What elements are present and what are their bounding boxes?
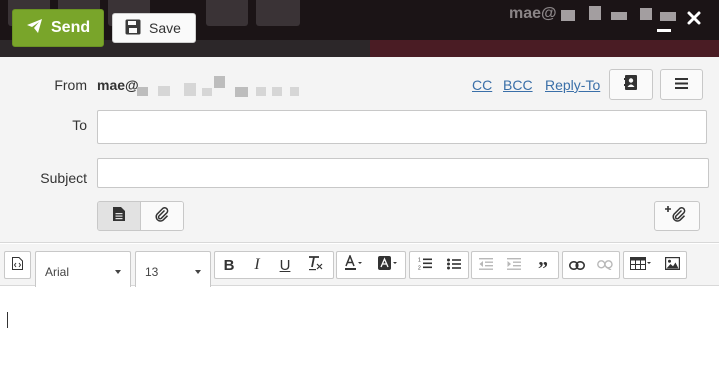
italic-button[interactable]: I <box>243 252 271 278</box>
save-button[interactable]: Save <box>112 13 196 43</box>
redaction-block <box>290 87 299 96</box>
bcc-link[interactable]: BCC <box>503 77 533 93</box>
subject-input[interactable] <box>97 158 709 188</box>
indent-icon <box>507 257 521 274</box>
ordered-list-icon: 12 <box>418 257 432 274</box>
background-window: mae@ <box>0 0 719 57</box>
background-color-button[interactable] <box>371 252 405 278</box>
background-account-email: mae@ <box>509 5 557 22</box>
image-icon <box>664 256 680 274</box>
compose-header: From mae@ CC BCC Reply-To To Subject <box>0 57 719 243</box>
redaction-block <box>235 87 248 97</box>
plain-text-toggle[interactable] <box>98 202 141 230</box>
indent-button[interactable] <box>500 252 528 278</box>
add-attachment-icon <box>665 205 689 228</box>
send-button[interactable]: Send <box>12 9 104 47</box>
from-email[interactable]: mae@ <box>97 77 139 93</box>
editor-toolbar: Arial 13 B I U 12 ” <box>0 244 719 292</box>
cc-link[interactable]: CC <box>472 77 492 93</box>
text-cursor <box>7 312 8 328</box>
font-family-value: Arial <box>45 264 70 279</box>
editor-mode-toggle <box>97 201 184 231</box>
paperclip-icon <box>154 206 170 227</box>
document-icon <box>113 206 125 226</box>
subject-label: Subject <box>40 170 87 186</box>
underline-button[interactable]: U <box>271 252 299 278</box>
ordered-list-button[interactable]: 12 <box>410 252 439 278</box>
redaction-block <box>561 10 575 21</box>
address-book-icon <box>624 74 638 95</box>
unlink-button[interactable] <box>591 252 619 278</box>
source-code-icon <box>12 256 23 274</box>
indent-group: ” <box>471 251 559 280</box>
underline-icon: U <box>279 256 291 274</box>
source-button[interactable] <box>5 252 30 278</box>
text-color-icon <box>344 253 364 275</box>
add-attachment-button[interactable] <box>654 201 700 231</box>
outdent-button[interactable] <box>472 252 500 278</box>
text-format-group: B I U <box>214 251 334 279</box>
color-group <box>336 251 406 279</box>
italic-icon: I <box>254 256 260 273</box>
link-button[interactable] <box>563 252 591 278</box>
clear-format-icon <box>308 255 324 275</box>
source-group <box>4 251 31 279</box>
floppy-disk-icon <box>125 19 141 38</box>
redaction-block <box>158 86 170 96</box>
send-button-label: Send <box>51 19 91 36</box>
menu-button[interactable] <box>660 69 703 100</box>
redaction-block <box>202 88 212 96</box>
redaction-block <box>256 87 266 96</box>
close-icon[interactable] <box>686 10 702 26</box>
table-button[interactable] <box>624 252 658 278</box>
blockquote-button[interactable]: ” <box>528 252 558 280</box>
minimize-icon[interactable] <box>657 29 671 32</box>
to-label: To <box>72 117 87 133</box>
table-icon <box>630 256 652 274</box>
message-body-editor[interactable] <box>0 287 719 376</box>
blockquote-icon: ” <box>538 257 548 280</box>
clear-format-button[interactable] <box>299 252 333 278</box>
bold-icon: B <box>223 256 235 274</box>
background-header-strip <box>370 40 719 57</box>
hamburger-menu-icon <box>675 76 688 94</box>
redaction-block <box>214 76 225 88</box>
background-toolbar-button <box>256 0 300 26</box>
unordered-list-button[interactable] <box>439 252 468 278</box>
font-size-value: 13 <box>145 264 159 279</box>
redaction-block <box>272 87 282 96</box>
unlink-icon <box>597 257 613 274</box>
font-family-select[interactable]: Arial <box>35 251 131 292</box>
text-color-button[interactable] <box>337 252 371 278</box>
outdent-icon <box>479 257 493 274</box>
redaction-block <box>660 12 676 21</box>
to-input[interactable] <box>97 110 707 144</box>
redaction-block <box>184 83 196 96</box>
reply-to-link[interactable]: Reply-To <box>545 77 600 93</box>
redaction-block <box>137 87 148 96</box>
bold-button[interactable]: B <box>215 252 243 278</box>
redaction-block <box>640 8 652 20</box>
svg-text:1: 1 <box>418 257 421 263</box>
save-button-label: Save <box>149 20 181 36</box>
image-button[interactable] <box>658 252 686 278</box>
paper-plane-icon <box>27 18 42 38</box>
attachments-toggle[interactable] <box>141 202 183 230</box>
link-icon <box>569 257 585 274</box>
insert-group <box>623 251 687 279</box>
background-toolbar-button <box>206 0 248 26</box>
contacts-button[interactable] <box>609 69 653 100</box>
svg-text:2: 2 <box>418 265 421 270</box>
link-group <box>562 251 620 279</box>
chevron-down-icon <box>195 269 201 274</box>
redaction-block <box>589 6 601 20</box>
unordered-list-icon <box>446 257 461 274</box>
font-size-select[interactable]: 13 <box>135 251 211 292</box>
redaction-block <box>611 12 627 20</box>
chevron-down-icon <box>115 269 121 274</box>
list-group: 12 <box>409 251 469 279</box>
from-label: From <box>54 77 87 93</box>
background-color-icon <box>378 255 398 275</box>
